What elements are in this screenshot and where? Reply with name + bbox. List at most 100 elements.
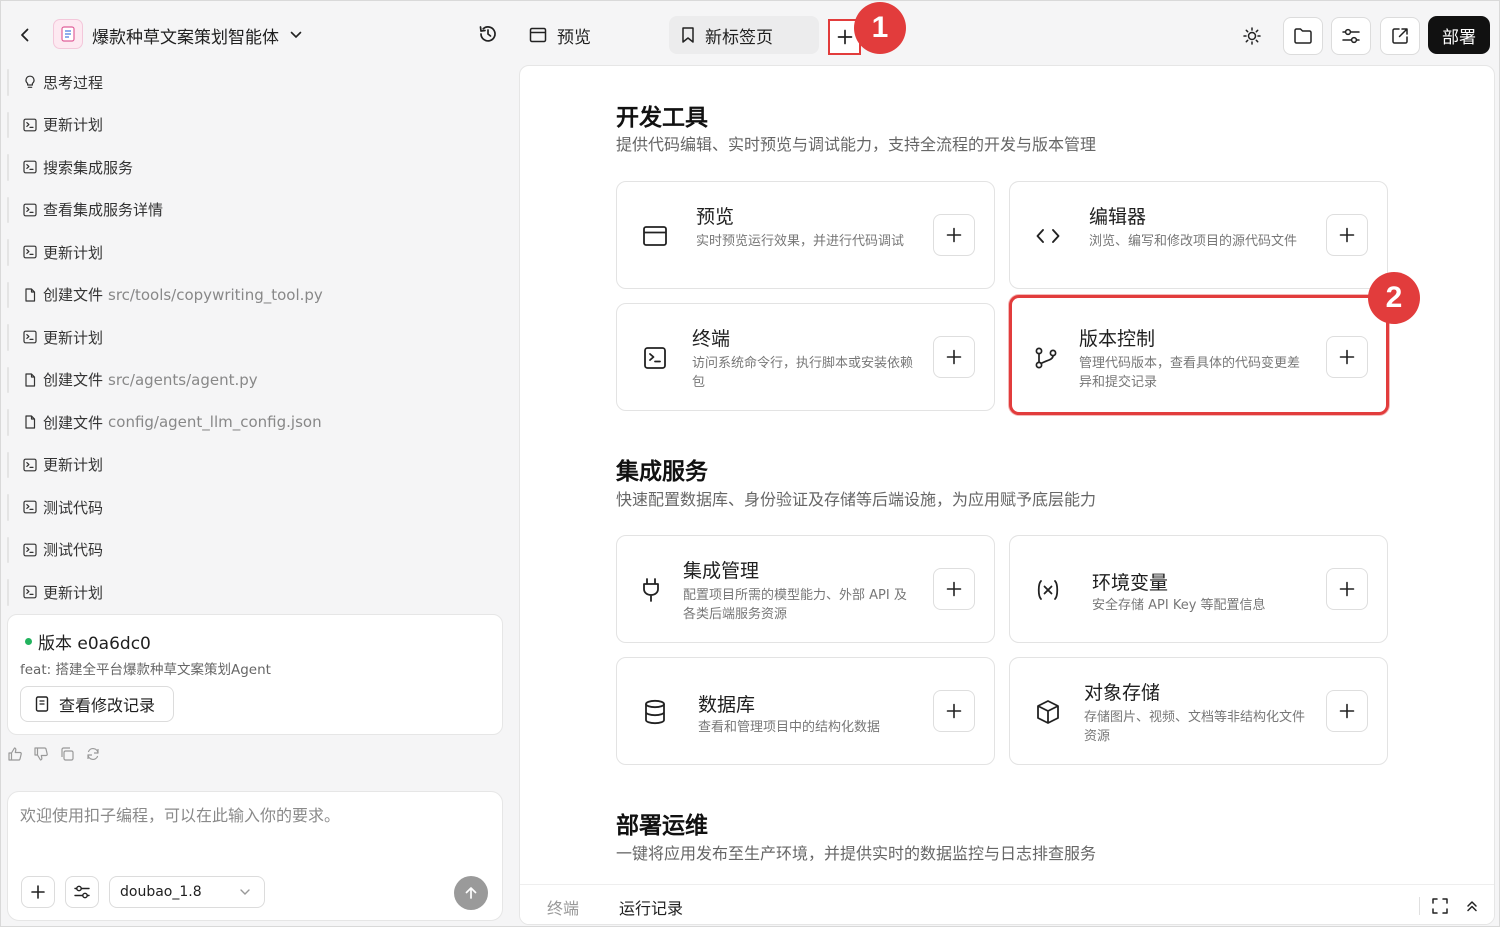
send-button[interactable] [454, 876, 488, 910]
card-terminal[interactable]: 终端 访问系统命令行，执行脚本或安装依赖包 [616, 303, 995, 411]
plus-icon [946, 227, 962, 243]
card-database[interactable]: 数据库 查看和管理项目中的结构化数据 [616, 657, 995, 765]
step-label: 搜索集成服务 [43, 158, 134, 177]
card-integration[interactable]: 集成管理 配置项目所需的模型能力、外部 API 及各类后端服务资源 [616, 535, 995, 643]
card-terminal-title: 终端 [692, 328, 731, 350]
regenerate-icon[interactable] [85, 746, 101, 762]
list-item[interactable]: 查看集成服务详情 [1, 189, 513, 232]
view-changes-button[interactable]: 查看修改记录 [20, 686, 174, 722]
thumbs-down-icon[interactable] [33, 746, 49, 762]
folder-icon[interactable] [1283, 17, 1323, 55]
list-item[interactable]: 创建文件 src/agents/agent.py [1, 359, 513, 402]
fullscreen-icon[interactable] [1431, 897, 1449, 915]
feedback-bar [7, 746, 101, 762]
plus-icon [946, 349, 962, 365]
list-item[interactable]: 思考过程 [1, 61, 513, 104]
section-title-dev-tools: 开发工具 [616, 105, 708, 131]
step-file-path: config/agent_llm_config.json [108, 413, 322, 432]
plus-icon [31, 885, 45, 899]
terminal-icon [23, 160, 37, 174]
theme-toggle-sun-icon[interactable] [1232, 17, 1272, 55]
tab-new[interactable]: 新标签页 [669, 16, 819, 54]
terminal-icon [641, 344, 669, 372]
list-item[interactable]: 更新计划 [1, 571, 513, 614]
list-item[interactable]: 更新计划 [1, 444, 513, 487]
card-preview-title: 预览 [696, 206, 735, 228]
step-label: 更新计划 [43, 116, 104, 135]
commit-message: feat: 搭建全平台爆款种草文案策划Agent [20, 662, 271, 678]
plus-icon [837, 29, 852, 45]
terminal-icon [23, 585, 37, 599]
thumbs-up-icon[interactable] [7, 746, 23, 762]
card-env-vars[interactable]: 环境变量 安全存储 API Key 等配置信息 [1009, 535, 1388, 643]
list-item[interactable]: 更新计划 [1, 104, 513, 147]
terminal-icon [23, 203, 37, 217]
chevron-down-icon [240, 889, 250, 895]
card-object-storage-add-button[interactable] [1326, 690, 1368, 732]
plus-icon [1339, 349, 1355, 365]
card-editor[interactable]: 编辑器 浏览、编写和修改项目的源代码文件 [1009, 181, 1388, 289]
bottom-bar: 终端 运行记录 [520, 884, 1494, 924]
status-dot [25, 638, 32, 645]
card-editor-add-button[interactable] [1326, 214, 1368, 256]
list-item[interactable]: 测试代码 [1, 529, 513, 572]
deploy-button[interactable]: 部署 [1428, 16, 1490, 54]
card-integration-add-button[interactable] [933, 568, 975, 610]
card-env-vars-desc: 安全存储 API Key 等配置信息 [1092, 598, 1266, 613]
copy-icon[interactable] [59, 746, 75, 762]
card-version-control-title: 版本控制 [1079, 328, 1156, 350]
step-label: 更新计划 [43, 328, 104, 347]
model-select[interactable]: doubao_1.8 [109, 876, 265, 908]
card-terminal-add-button[interactable] [933, 336, 975, 378]
card-object-storage[interactable]: 对象存储 存储图片、视频、文档等非结构化文件资源 [1009, 657, 1388, 765]
terminal-icon [23, 500, 37, 514]
step-label: 创建文件 [43, 413, 104, 432]
card-version-control[interactable]: 版本控制 管理代码版本，查看具体的代码变更差异和提交记录 [1009, 295, 1389, 415]
step-label: 更新计划 [43, 456, 104, 475]
attach-button[interactable] [21, 876, 55, 908]
terminal-icon [23, 330, 37, 344]
card-preview-add-button[interactable] [933, 214, 975, 256]
external-link-icon[interactable] [1380, 17, 1420, 55]
card-preview-desc: 实时预览运行效果，并进行代码调试 [696, 234, 905, 249]
card-version-control-add-button[interactable] [1326, 336, 1368, 378]
terminal-icon [23, 118, 37, 132]
sliders-icon[interactable] [1331, 17, 1371, 55]
browser-window-icon [641, 222, 669, 250]
tab-preview[interactable]: 预览 [529, 16, 591, 54]
step-list: 思考过程 更新计划 搜索集成服务 查看集成服务详情 更新计划 创建文件 src/tools/… [1, 61, 513, 614]
tab-new-label: 新标签页 [705, 27, 773, 48]
history-icon[interactable] [477, 23, 501, 47]
section-title-integration: 集成服务 [616, 459, 708, 485]
card-preview[interactable]: 预览 实时预览运行效果，并进行代码调试 [616, 181, 995, 289]
back-arrow-icon[interactable] [13, 23, 37, 47]
plus-icon [1339, 703, 1355, 719]
card-env-vars-add-button[interactable] [1326, 568, 1368, 610]
arrow-up-icon [465, 887, 477, 899]
app-title[interactable]: 爆款种草文案策划智能体 [92, 23, 279, 48]
list-item[interactable]: 测试代码 [1, 486, 513, 529]
card-object-storage-title: 对象存储 [1084, 682, 1161, 704]
bottom-tab-terminal[interactable]: 终端 [547, 895, 579, 919]
divider [1419, 897, 1420, 915]
card-object-storage-desc: 存储图片、视频、文档等非结构化文件资源 [1084, 710, 1306, 744]
chevron-down-icon[interactable] [287, 26, 305, 44]
lightbulb-icon [23, 75, 37, 89]
sliders-icon [74, 885, 90, 899]
plus-icon [1339, 581, 1355, 597]
browser-window-icon [529, 27, 547, 43]
settings-button[interactable] [65, 876, 99, 908]
list-item[interactable]: 更新计划 [1, 231, 513, 274]
card-integration-title: 集成管理 [683, 560, 760, 582]
list-item[interactable]: 创建文件 src/tools/copywriting_tool.py [1, 274, 513, 317]
code-brackets-icon [1034, 222, 1062, 250]
list-item[interactable]: 更新计划 [1, 316, 513, 359]
list-item[interactable]: 创建文件 config/agent_llm_config.json [1, 401, 513, 444]
bottom-tab-logs[interactable]: 运行记录 [619, 895, 683, 919]
section-title-deploy-ops: 部署运维 [616, 813, 708, 839]
file-icon [23, 415, 37, 429]
chevron-double-up-icon[interactable] [1463, 897, 1481, 915]
card-database-add-button[interactable] [933, 690, 975, 732]
chat-input[interactable] [20, 806, 490, 825]
list-item[interactable]: 搜索集成服务 [1, 146, 513, 189]
